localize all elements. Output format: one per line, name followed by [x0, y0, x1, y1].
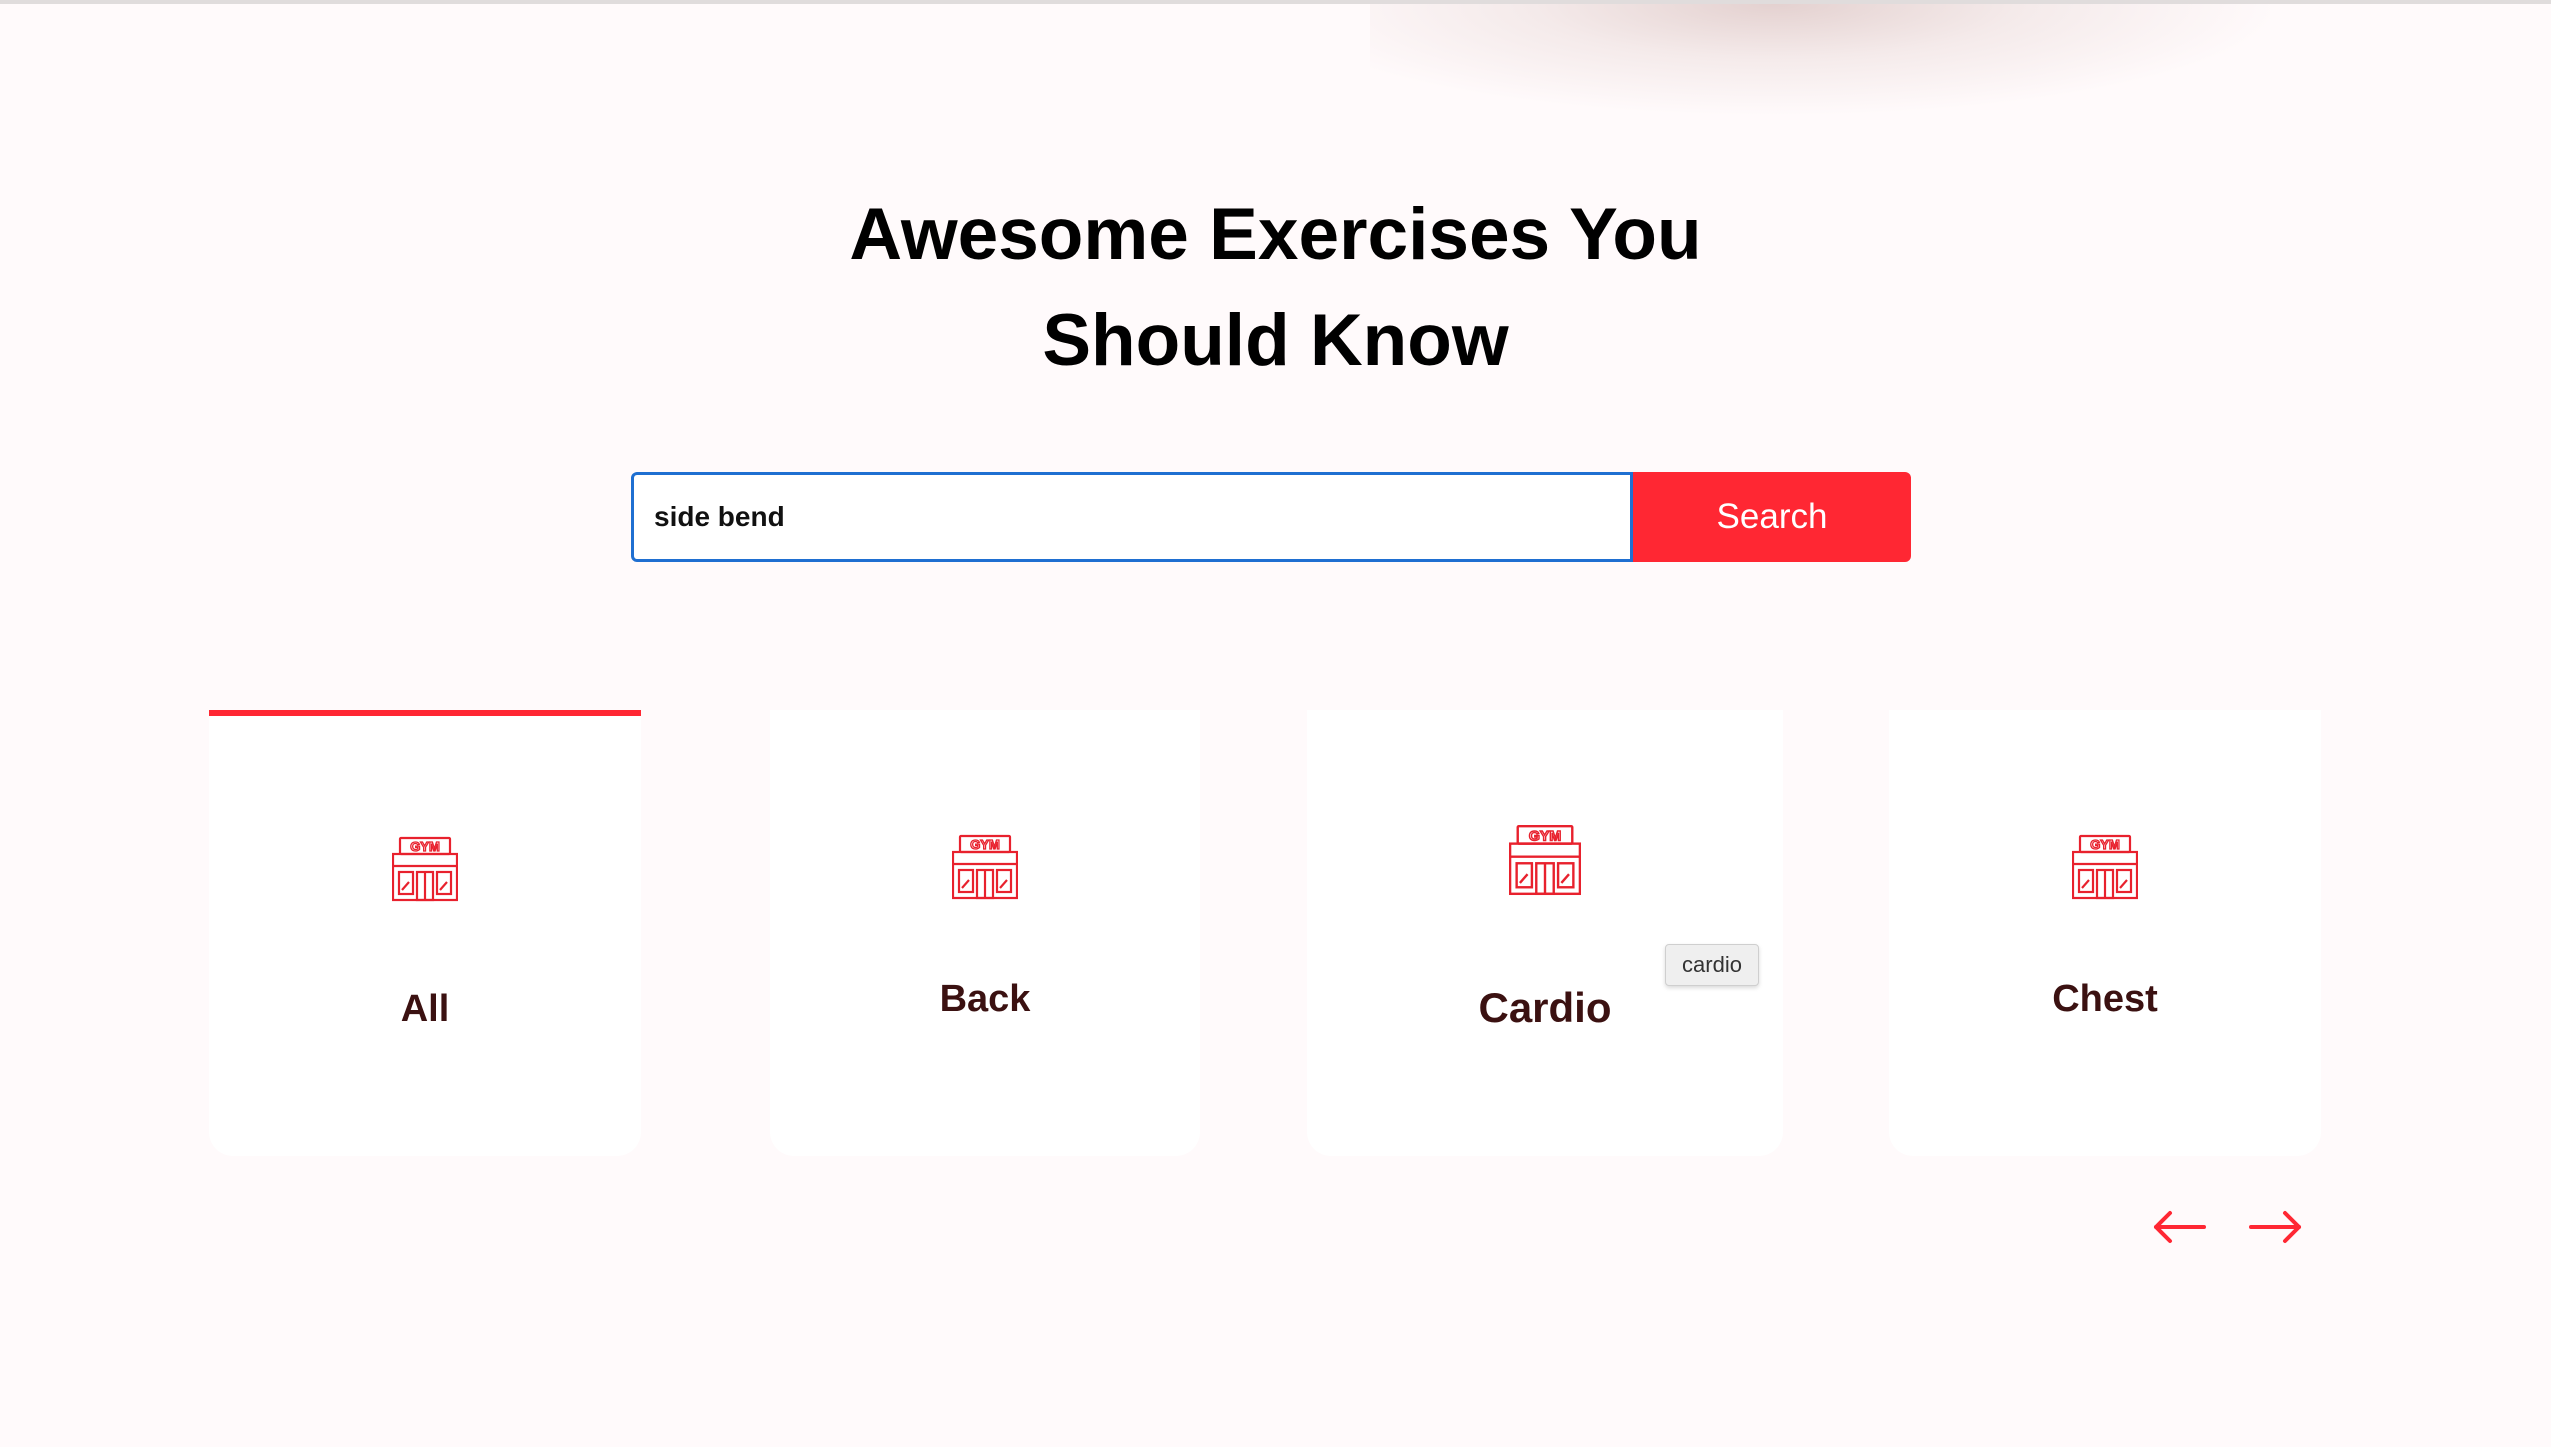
- category-card-chest[interactable]: GYM Chest: [1889, 710, 2321, 1156]
- category-card-cardio[interactable]: GYM Cardio: [1307, 710, 1783, 1156]
- hero-image-fade: [1370, 4, 2270, 114]
- gym-icon: GYM: [1508, 824, 1582, 901]
- category-label: Back: [939, 978, 1031, 1020]
- category-label: Chest: [2052, 978, 2158, 1020]
- category-label: Cardio: [1478, 984, 1612, 1031]
- category-card-back[interactable]: GYM Back: [770, 710, 1200, 1156]
- search-input[interactable]: [631, 472, 1633, 562]
- title-line-2: Should Know: [1042, 300, 1509, 381]
- search-bar: Search: [631, 472, 1911, 562]
- svg-text:GYM: GYM: [970, 837, 1000, 852]
- gym-icon: GYM: [391, 836, 459, 907]
- search-button[interactable]: Search: [1633, 472, 1911, 562]
- svg-text:GYM: GYM: [1529, 828, 1561, 844]
- arrow-left-icon[interactable]: [2152, 1200, 2208, 1254]
- arrow-right-icon[interactable]: [2247, 1200, 2303, 1254]
- svg-text:GYM: GYM: [2090, 837, 2120, 852]
- page-title: Awesome Exercises You Should Know: [0, 182, 2551, 394]
- category-label: All: [400, 988, 450, 1030]
- gym-icon: GYM: [2071, 834, 2139, 905]
- tooltip: cardio: [1665, 944, 1759, 986]
- category-card-all[interactable]: GYM All: [209, 710, 641, 1156]
- page: Awesome Exercises You Should Know Search…: [0, 0, 2551, 1447]
- svg-text:GYM: GYM: [410, 839, 440, 854]
- title-line-1: Awesome Exercises You: [849, 194, 1702, 275]
- gym-icon: GYM: [951, 834, 1019, 905]
